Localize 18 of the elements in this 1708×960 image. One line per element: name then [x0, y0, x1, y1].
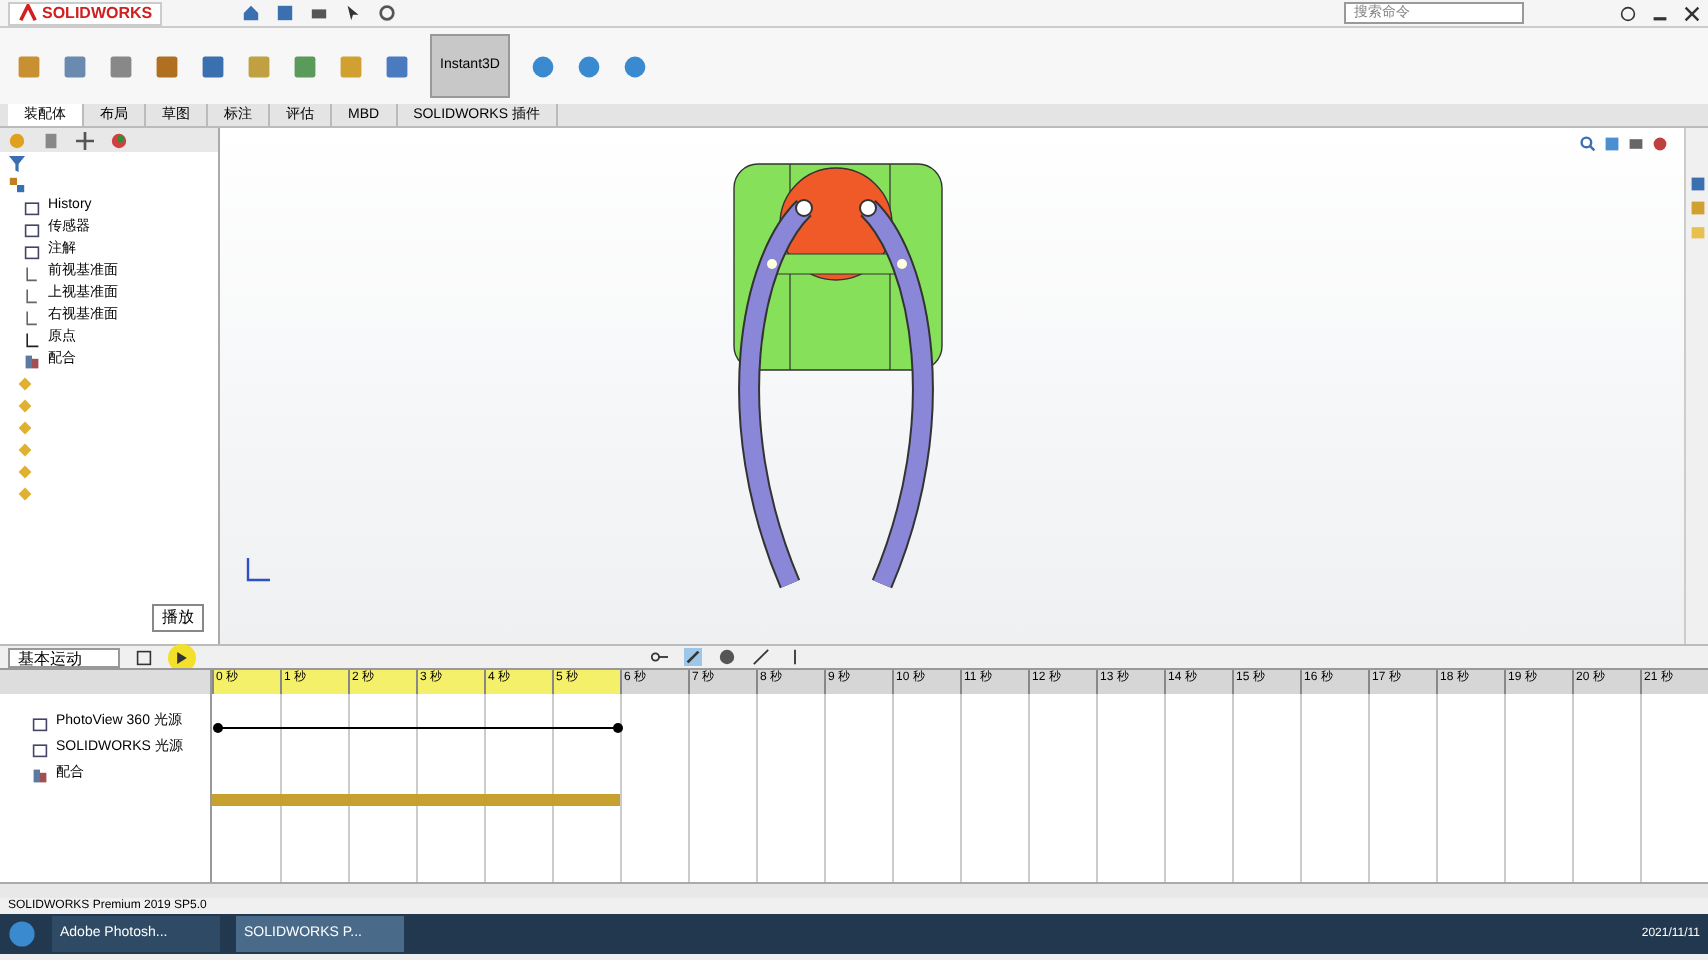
key-icon[interactable]	[650, 648, 668, 666]
study-type-dropdown[interactable]: 基本运动	[8, 647, 120, 667]
horizontal-scrollbar[interactable]	[0, 882, 1708, 898]
mates-icon	[24, 353, 40, 369]
filter-icon[interactable]	[8, 156, 26, 172]
close-icon[interactable]	[1684, 5, 1700, 21]
play-icon	[176, 651, 188, 663]
mates-icon	[32, 767, 48, 783]
axis-triad-icon	[244, 556, 272, 584]
duration-bar[interactable]	[212, 722, 624, 734]
app-logo[interactable]: SOLIDWORKS	[8, 1, 163, 25]
assembly-icon[interactable]	[8, 176, 26, 194]
tooltip: 播放	[152, 604, 204, 632]
logo-icon	[18, 4, 38, 22]
pointer-icon[interactable]	[344, 4, 363, 22]
origin-icon	[24, 331, 40, 347]
zoom-icon[interactable]	[1580, 136, 1596, 152]
home-icon[interactable]	[242, 4, 261, 22]
